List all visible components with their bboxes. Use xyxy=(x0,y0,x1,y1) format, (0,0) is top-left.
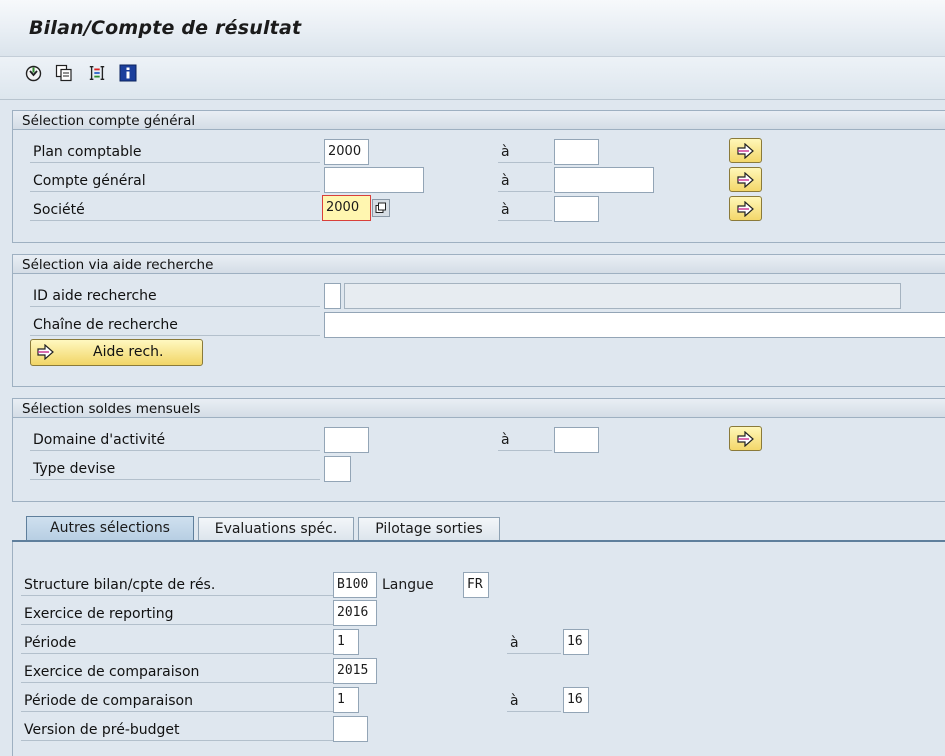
periode-comparaison-to-input[interactable]: 16 xyxy=(563,687,589,713)
periode-from-input[interactable]: 1 xyxy=(333,629,359,655)
label-compte-general: Compte général xyxy=(30,170,320,192)
label-domaine-activite: Domaine d'activité xyxy=(30,429,320,451)
execute-icon[interactable] xyxy=(24,64,42,82)
label-id-aide-recherche: ID aide recherche xyxy=(30,285,320,307)
to-label: à xyxy=(498,141,552,163)
label-exercice-comparaison: Exercice de comparaison xyxy=(21,661,333,683)
group-header-compte-general: Sélection compte général xyxy=(12,110,945,130)
structure-bilan-input[interactable]: B100 xyxy=(333,572,377,598)
group-title: Sélection soldes mensuels xyxy=(22,401,201,417)
label-structure-bilan: Structure bilan/cpte de rés. xyxy=(21,574,333,596)
plan-comptable-to-input[interactable] xyxy=(554,139,599,165)
group-header-aide-recherche: Sélection via aide recherche xyxy=(12,254,945,274)
compte-general-from-input[interactable] xyxy=(324,167,424,193)
exercice-comparaison-input[interactable]: 2015 xyxy=(333,658,377,684)
label-exercice-reporting: Exercice de reporting xyxy=(21,603,333,625)
arrow-right-icon xyxy=(736,200,754,217)
id-aide-recherche-input[interactable] xyxy=(324,283,341,309)
label-plan-comptable: Plan comptable xyxy=(30,141,320,163)
arrow-right-icon xyxy=(736,430,754,447)
id-aide-recherche-description xyxy=(344,283,901,309)
label-langue: Langue xyxy=(382,577,434,593)
arrow-right-icon xyxy=(736,171,754,188)
version-pre-budget-input[interactable] xyxy=(333,716,368,742)
exercice-reporting-input[interactable]: 2016 xyxy=(333,600,377,626)
application-toolbar xyxy=(0,57,945,100)
tab-autres-selections[interactable]: Autres sélections xyxy=(26,516,194,542)
domaine-activite-to-input[interactable] xyxy=(554,427,599,453)
domaine-activite-from-input[interactable] xyxy=(324,427,369,453)
group-title: Sélection compte général xyxy=(22,113,196,129)
copy-icon xyxy=(375,202,386,213)
tab-strip-line xyxy=(12,540,945,542)
group-header-soldes-mensuels: Sélection soldes mensuels xyxy=(12,398,945,418)
tab-pilotage-sorties[interactable]: Pilotage sorties xyxy=(358,517,500,541)
label-periode-comparaison: Période de comparaison xyxy=(21,690,333,712)
arrow-right-icon xyxy=(37,344,54,360)
group-title: Sélection via aide recherche xyxy=(22,257,214,273)
multiple-selection-button[interactable] xyxy=(729,196,762,221)
periode-comparaison-from-input[interactable]: 1 xyxy=(333,687,359,713)
multiple-selection-button[interactable] xyxy=(729,138,762,163)
multiple-selection-button[interactable] xyxy=(729,167,762,192)
page-title: Bilan/Compte de résultat xyxy=(29,17,302,39)
tab-evaluations-spec[interactable]: Evaluations spéc. xyxy=(198,517,354,541)
label-chaine-recherche: Chaîne de recherche xyxy=(30,314,320,336)
aide-recherche-button[interactable]: Aide rech. xyxy=(30,339,203,366)
label-type-devise: Type devise xyxy=(30,458,320,480)
label-societe: Société xyxy=(30,199,320,221)
multiple-selection-button[interactable] xyxy=(729,426,762,451)
search-help-button[interactable] xyxy=(372,199,390,217)
info-icon[interactable] xyxy=(119,64,137,82)
selection-options-icon[interactable] xyxy=(88,64,106,82)
to-label: à xyxy=(498,429,552,451)
societe-from-input[interactable]: 2000 xyxy=(322,195,371,221)
to-label: à xyxy=(507,690,561,712)
to-label: à xyxy=(498,199,552,221)
to-label: à xyxy=(507,632,561,654)
langue-input[interactable]: FR xyxy=(463,572,489,598)
periode-to-input[interactable]: 16 xyxy=(563,629,589,655)
compte-general-to-input[interactable] xyxy=(554,167,654,193)
aide-recherche-label: Aide rech. xyxy=(93,344,164,360)
to-label: à xyxy=(498,170,552,192)
variant-icon[interactable] xyxy=(55,64,73,82)
arrow-right-icon xyxy=(736,142,754,159)
label-periode: Période xyxy=(21,632,333,654)
plan-comptable-from-input[interactable]: 2000 xyxy=(324,139,369,165)
chaine-recherche-input[interactable] xyxy=(324,312,945,338)
societe-to-input[interactable] xyxy=(554,196,599,222)
label-version-pre-budget: Version de pré-budget xyxy=(21,719,333,741)
type-devise-input[interactable] xyxy=(324,456,351,482)
